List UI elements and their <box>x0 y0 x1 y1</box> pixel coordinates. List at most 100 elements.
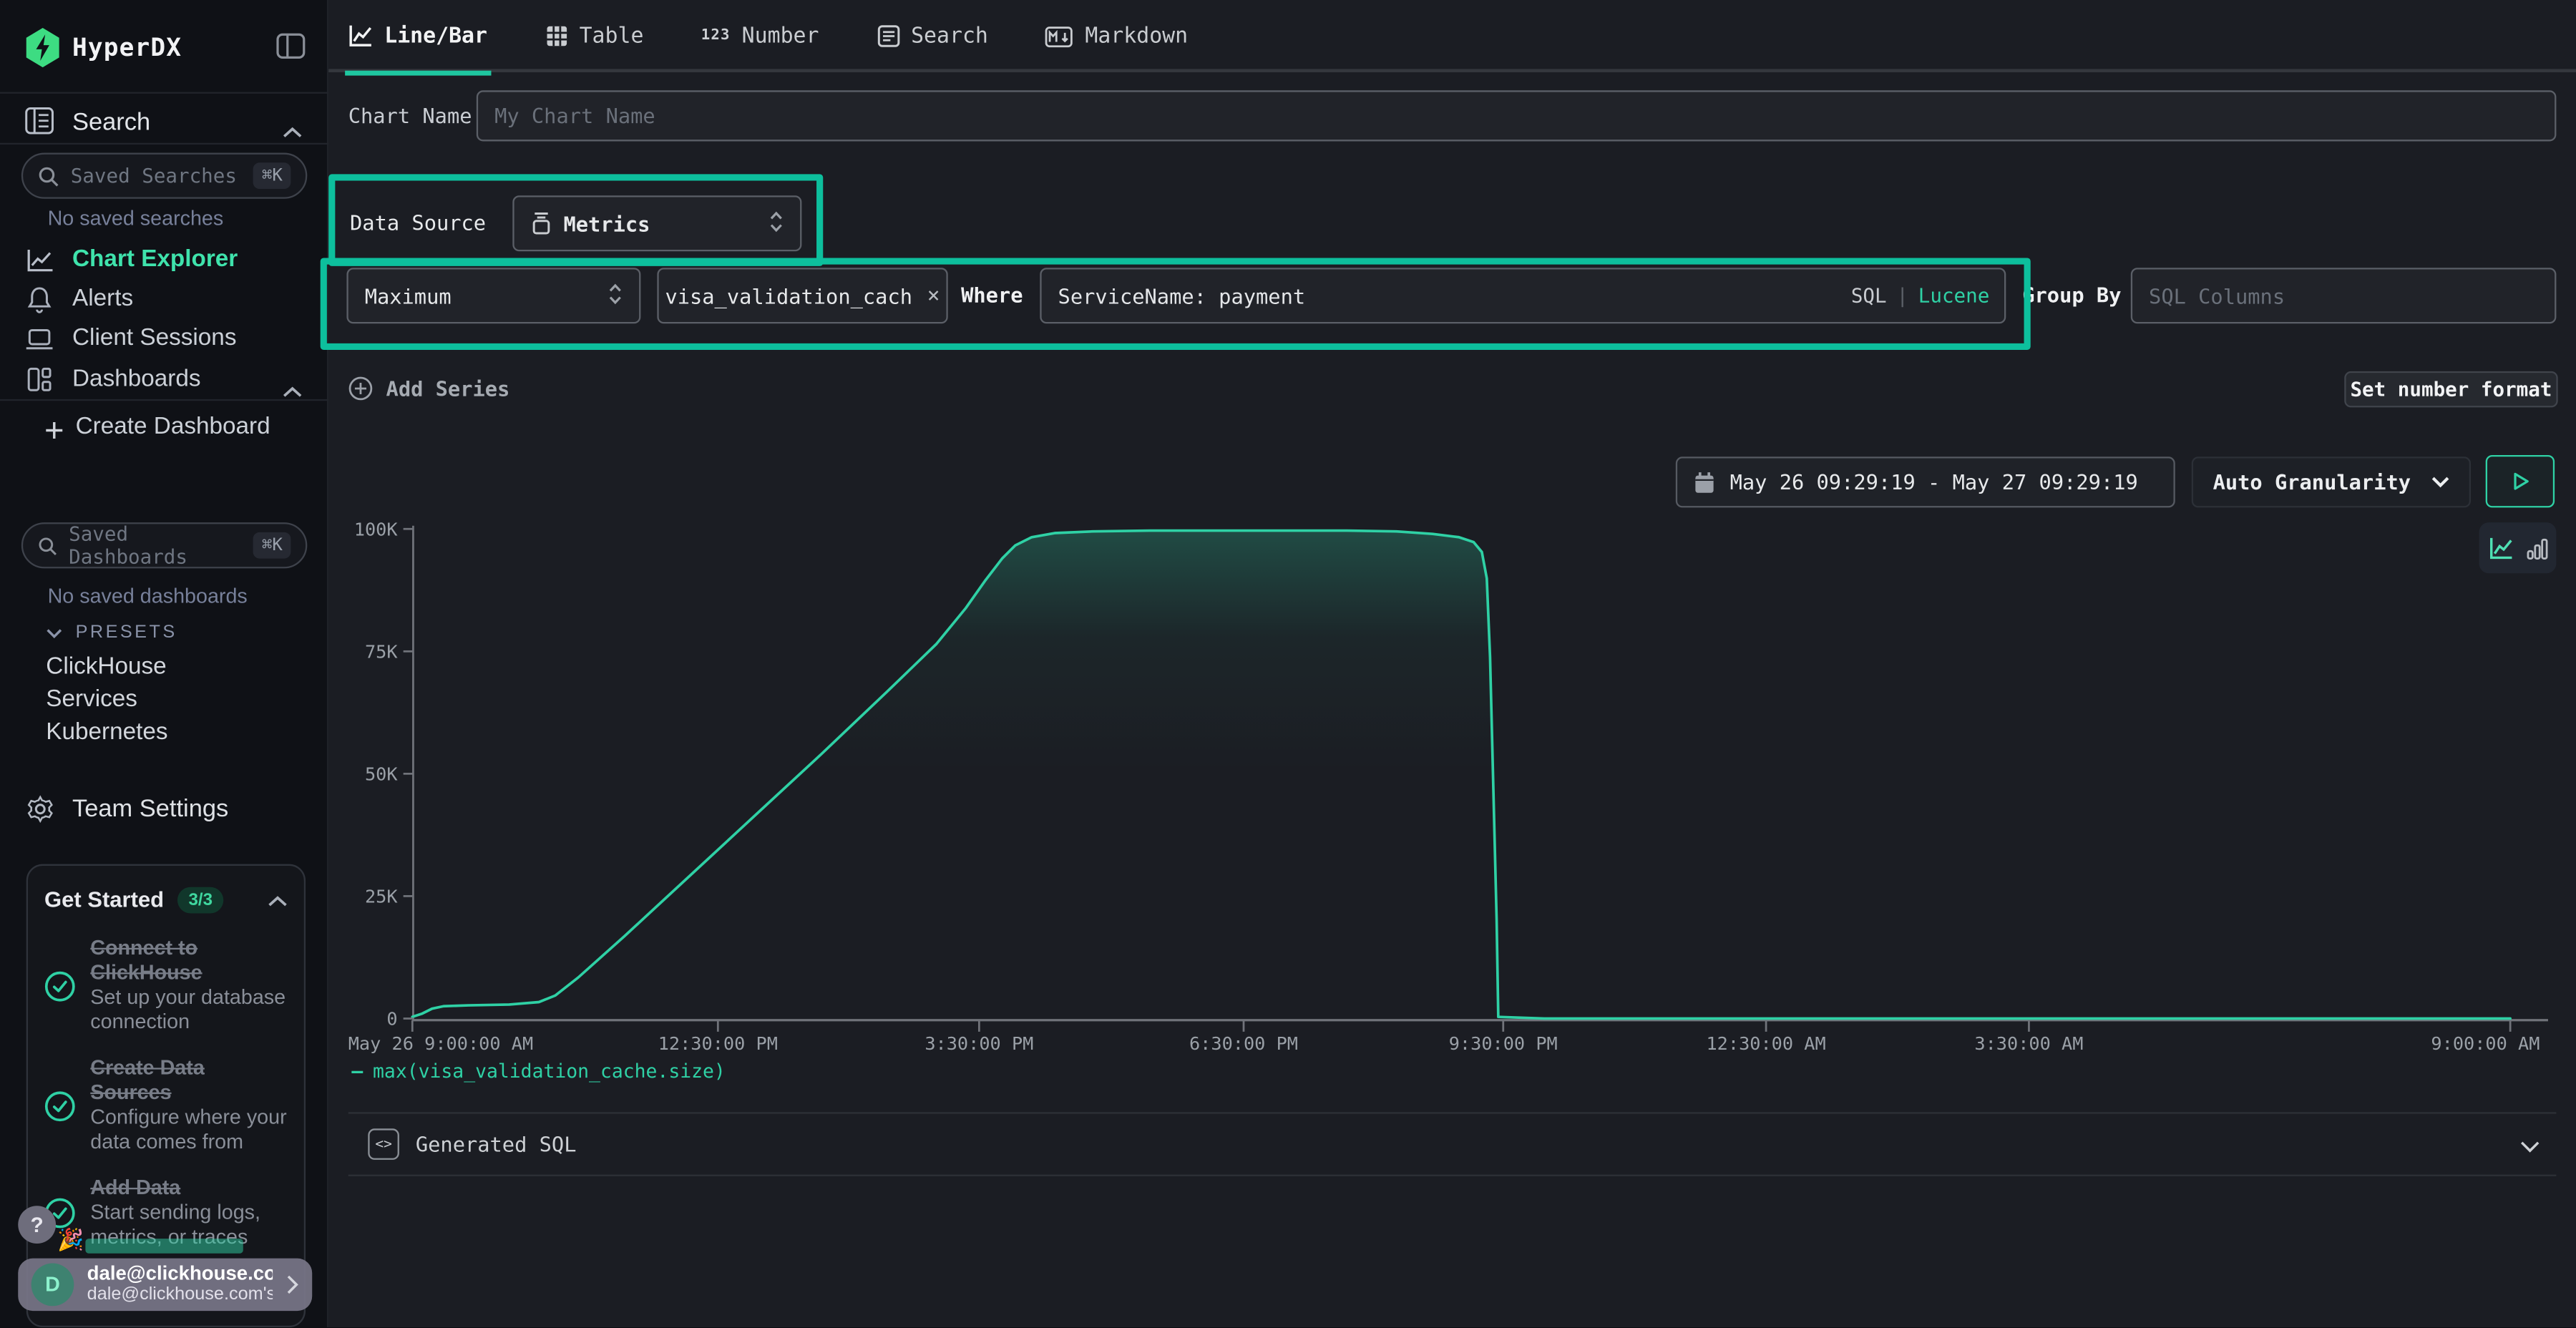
help-button[interactable]: ? <box>18 1206 56 1244</box>
sidebar-item-services[interactable]: Services <box>46 687 137 713</box>
chevron-down-icon <box>2520 1128 2540 1160</box>
chevron-down-icon <box>2431 477 2449 488</box>
toggle-divider: | <box>1896 284 1908 307</box>
generated-sql-toggle[interactable]: <> Generated SQL <box>348 1112 2557 1176</box>
user-menu[interactable]: D dale@clickhouse.com dale@clickhouse.co… <box>18 1259 312 1311</box>
tab-number[interactable]: 123 Number <box>701 0 819 72</box>
get-started-chevron-up-icon[interactable] <box>268 884 288 915</box>
chart-type-tabbar: Line/Bar Table 123 Number Search Markdow… <box>328 0 2576 72</box>
chevron-right-icon <box>286 1269 298 1301</box>
sidebar-item-search[interactable]: Search <box>72 109 150 137</box>
get-started-item[interactable]: Create Data SourcesConfigure where your … <box>44 1056 288 1155</box>
celebration-emoji: 🎉 <box>57 1229 84 1253</box>
legend-dash-icon: — <box>351 1060 363 1083</box>
get-started-item-title: Add Data <box>90 1176 288 1201</box>
sidebar-item-team-settings[interactable]: Team Settings <box>0 788 328 828</box>
sidebar-item-create-dashboard[interactable]: Create Dashboard <box>0 407 328 446</box>
search-section-icon <box>24 107 54 141</box>
app-window: HyperDX Search Saved Searches ⌘K No save… <box>0 0 2576 1327</box>
tab-line-bar[interactable]: Line/Bar <box>348 0 487 72</box>
search-icon <box>38 165 59 187</box>
date-range-value: May 26 09:29:19 - May 27 09:29:19 <box>1730 470 2138 494</box>
user-email: dale@clickhouse.com <box>87 1264 273 1285</box>
sidebar-collapse-icon[interactable] <box>276 33 306 66</box>
metrics-source-icon <box>531 212 552 235</box>
plus-icon <box>44 416 64 447</box>
get-started-item[interactable]: Connect to ClickHouseSet up your databas… <box>44 937 288 1035</box>
remove-metric-icon[interactable]: × <box>927 283 940 308</box>
tab-search[interactable]: Search <box>877 0 988 72</box>
markdown-icon <box>1045 26 1073 47</box>
x-tick-label: 6:30:00 PM <box>1189 1033 1298 1054</box>
where-input-wrap: SQL | Lucene <box>1040 268 2006 323</box>
data-source-label: Data Source <box>350 195 486 251</box>
x-tick-label: 9:00:00 AM <box>2431 1033 2540 1054</box>
code-icon: <> <box>368 1128 399 1160</box>
sql-toggle[interactable]: SQL <box>1851 284 1887 307</box>
sidebar-item-label: Team Settings <box>72 794 228 822</box>
sidebar-item-client-sessions[interactable]: Client Sessions <box>0 318 328 358</box>
sidebar-item-dashboards[interactable]: Dashboards <box>0 360 328 399</box>
query-language-toggle: SQL | Lucene <box>1851 268 1990 323</box>
sidebar-item-alerts[interactable]: Alerts <box>0 279 328 318</box>
chevron-down-icon <box>46 627 62 638</box>
sidebar-item-clickhouse[interactable]: ClickHouse <box>46 654 166 680</box>
y-tick-label: 0 <box>386 1009 397 1030</box>
sidebar-item-label: Chart Explorer <box>72 246 238 273</box>
search-icon <box>38 534 57 556</box>
add-series-button[interactable]: Add Series <box>348 376 510 401</box>
run-query-button[interactable] <box>2486 455 2555 507</box>
x-tick-label: 3:30:00 AM <box>1974 1033 2083 1054</box>
saved-dashboards-input[interactable]: Saved Dashboards ⌘K <box>21 522 307 568</box>
search-section-chevron-up-icon[interactable] <box>283 115 303 147</box>
hyperdx-logo-icon <box>24 28 61 74</box>
aggregation-value: Maximum <box>365 283 452 308</box>
divider <box>0 399 328 401</box>
presets-toggle[interactable]: PRESETS <box>46 622 177 643</box>
divider <box>0 92 328 94</box>
aggregation-select[interactable]: Maximum <box>346 268 640 323</box>
group-by-input[interactable] <box>2131 268 2557 323</box>
data-source-value: Metrics <box>563 211 650 235</box>
sidebar-item-chart-explorer[interactable]: Chart Explorer <box>0 240 328 279</box>
bell-icon <box>24 285 54 313</box>
chart-name-input[interactable] <box>477 90 2557 141</box>
tab-table[interactable]: Table <box>545 0 643 72</box>
sidebar-item-label: Create Dashboard <box>76 414 270 441</box>
line-chart-icon <box>24 248 54 272</box>
metric-field-chip[interactable]: visa_validation_cach × <box>657 268 947 323</box>
123-icon: 123 <box>701 28 731 44</box>
y-tick-label: 25K <box>365 887 398 907</box>
lucene-toggle[interactable]: Lucene <box>1918 284 1990 307</box>
set-number-format-button[interactable]: Set number format <box>2344 371 2557 408</box>
tab-label: Search <box>911 24 988 48</box>
chart-legend: — max(visa_validation_cache.size) <box>351 1060 725 1083</box>
saved-dashboards-placeholder: Saved Dashboards <box>69 522 242 568</box>
sidebar-item-label: Alerts <box>72 285 133 312</box>
granularity-select[interactable]: Auto Granularity <box>2192 456 2471 507</box>
saved-searches-placeholder: Saved Searches <box>71 165 237 187</box>
saved-searches-input[interactable]: Saved Searches ⌘K <box>21 153 307 199</box>
tab-label: Markdown <box>1085 24 1188 48</box>
plus-circle-icon <box>348 376 373 401</box>
metric-field-name: visa_validation_cach <box>665 283 912 308</box>
sidebar: HyperDX Search Saved Searches ⌘K No save… <box>0 0 328 1327</box>
no-saved-dashboards-note: No saved dashboards <box>48 585 248 607</box>
chart-name-label: Chart Name <box>348 90 472 141</box>
date-range-picker[interactable]: May 26 09:29:19 - May 27 09:29:19 <box>1676 456 2175 507</box>
play-icon <box>2509 470 2532 493</box>
line-chart-icon <box>348 24 373 47</box>
tab-markdown[interactable]: Markdown <box>1045 0 1188 72</box>
x-tick-label: 12:30:00 PM <box>658 1033 778 1054</box>
calendar-icon <box>1694 471 1715 494</box>
user-subtitle: dale@clickhouse.com's <box>87 1284 273 1306</box>
granularity-value: Auto Granularity <box>2213 470 2411 494</box>
laptop-icon <box>24 326 54 351</box>
data-source-select[interactable]: Metrics <box>512 195 801 251</box>
no-saved-searches-note: No saved searches <box>48 207 224 230</box>
sidebar-item-kubernetes[interactable]: Kubernetes <box>46 720 167 746</box>
y-tick-label: 75K <box>365 642 398 663</box>
gear-icon <box>24 794 54 822</box>
x-tick-label: 3:30:00 PM <box>924 1033 1033 1054</box>
get-started-progress-badge: 3/3 <box>177 887 224 913</box>
